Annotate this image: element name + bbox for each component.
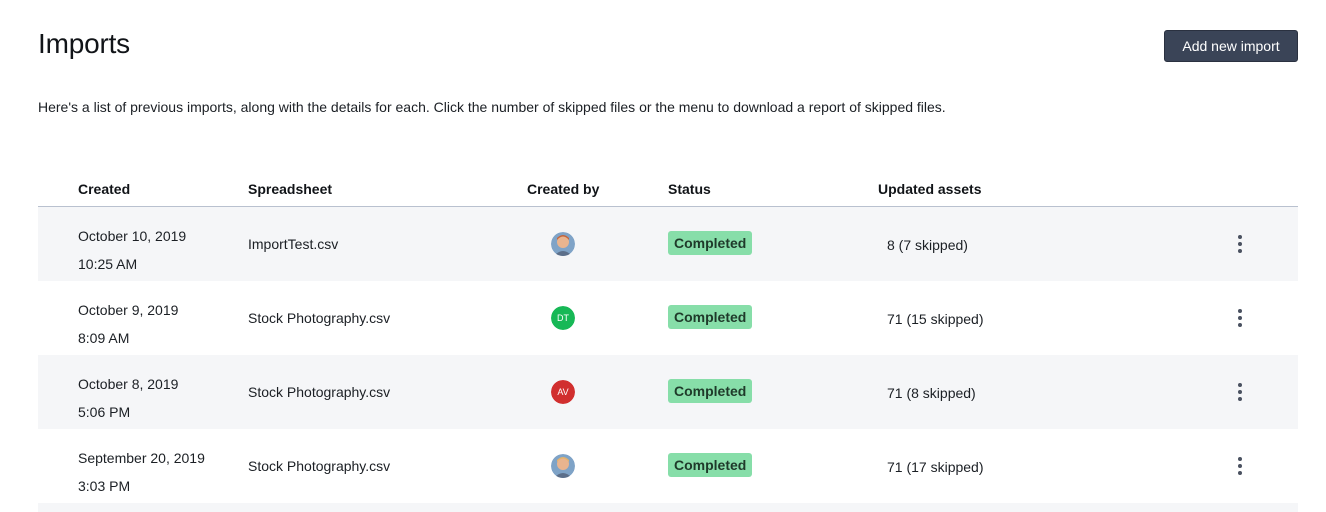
more-options-icon[interactable] xyxy=(1228,381,1252,403)
avatar xyxy=(551,232,575,256)
updated-assets-link[interactable]: 71 (8 skipped) xyxy=(887,385,976,401)
spreadsheet-name: Stock Photography.csv xyxy=(248,310,391,326)
column-header-status[interactable]: Status xyxy=(668,181,711,197)
avatar-initials: AV xyxy=(551,380,575,404)
status-badge: Completed xyxy=(668,305,753,329)
created-date-day: October 8, 2019 xyxy=(78,376,179,392)
table-row[interactable]: October 9, 2019 8:09 AM Stock Photograph… xyxy=(38,281,1298,355)
spreadsheet-name: Stock Photography.csv xyxy=(248,384,391,400)
more-options-icon[interactable] xyxy=(1228,307,1252,329)
page-title: Imports xyxy=(38,28,130,59)
avatar: AV xyxy=(551,380,575,404)
table-row[interactable]: October 8, 2019 5:06 PM Stock Photograph… xyxy=(38,355,1298,429)
table-row[interactable]: September 20, 2019 3:03 PM Stock Photogr… xyxy=(38,429,1298,503)
created-date: October 8, 2019 5:06 PM xyxy=(78,370,178,426)
imports-table: Created Spreadsheet Created by Status Up… xyxy=(38,170,1298,512)
status-badge: Completed xyxy=(668,379,753,403)
status-badge: Completed xyxy=(668,453,753,477)
created-date-time: 5:06 PM xyxy=(78,404,131,420)
column-header-updated-assets[interactable]: Updated assets xyxy=(878,181,981,197)
add-new-import-button[interactable]: Add new import xyxy=(1164,30,1298,62)
created-date-day: October 10, 2019 xyxy=(78,228,187,244)
table-header: Created Spreadsheet Created by Status Up… xyxy=(38,170,1298,207)
created-date-day: September 20, 2019 xyxy=(78,450,205,466)
updated-assets-link[interactable]: 71 (15 skipped) xyxy=(887,311,984,327)
status-badge: Completed xyxy=(668,231,753,255)
avatar-photo-icon xyxy=(551,454,575,478)
table-row[interactable]: October 10, 2019 10:25 AM ImportTest.csv… xyxy=(38,207,1298,281)
created-date-time: 8:09 AM xyxy=(78,330,130,346)
more-options-icon[interactable] xyxy=(1228,455,1252,477)
updated-assets-link[interactable]: 71 (17 skipped) xyxy=(887,459,984,475)
table-row-partial xyxy=(38,503,1298,512)
created-date: October 10, 2019 10:25 AM xyxy=(78,222,186,278)
spreadsheet-name: Stock Photography.csv xyxy=(248,458,391,474)
created-date-time: 3:03 PM xyxy=(78,478,131,494)
created-date: September 20, 2019 3:03 PM xyxy=(78,444,205,500)
avatar-initials: DT xyxy=(551,306,575,330)
page-description: Here's a list of previous imports, along… xyxy=(38,99,946,115)
column-header-created[interactable]: Created xyxy=(78,181,130,197)
more-options-icon[interactable] xyxy=(1228,233,1252,255)
spreadsheet-name: ImportTest.csv xyxy=(248,236,339,252)
created-date: October 9, 2019 8:09 AM xyxy=(78,296,178,352)
created-date-day: October 9, 2019 xyxy=(78,302,179,318)
updated-assets-link[interactable]: 8 (7 skipped) xyxy=(887,237,968,253)
column-header-spreadsheet[interactable]: Spreadsheet xyxy=(248,181,332,197)
avatar xyxy=(551,454,575,478)
avatar: DT xyxy=(551,306,575,330)
avatar-photo-icon xyxy=(551,232,575,256)
column-header-created-by[interactable]: Created by xyxy=(527,181,599,197)
created-date-time: 10:25 AM xyxy=(78,256,138,272)
